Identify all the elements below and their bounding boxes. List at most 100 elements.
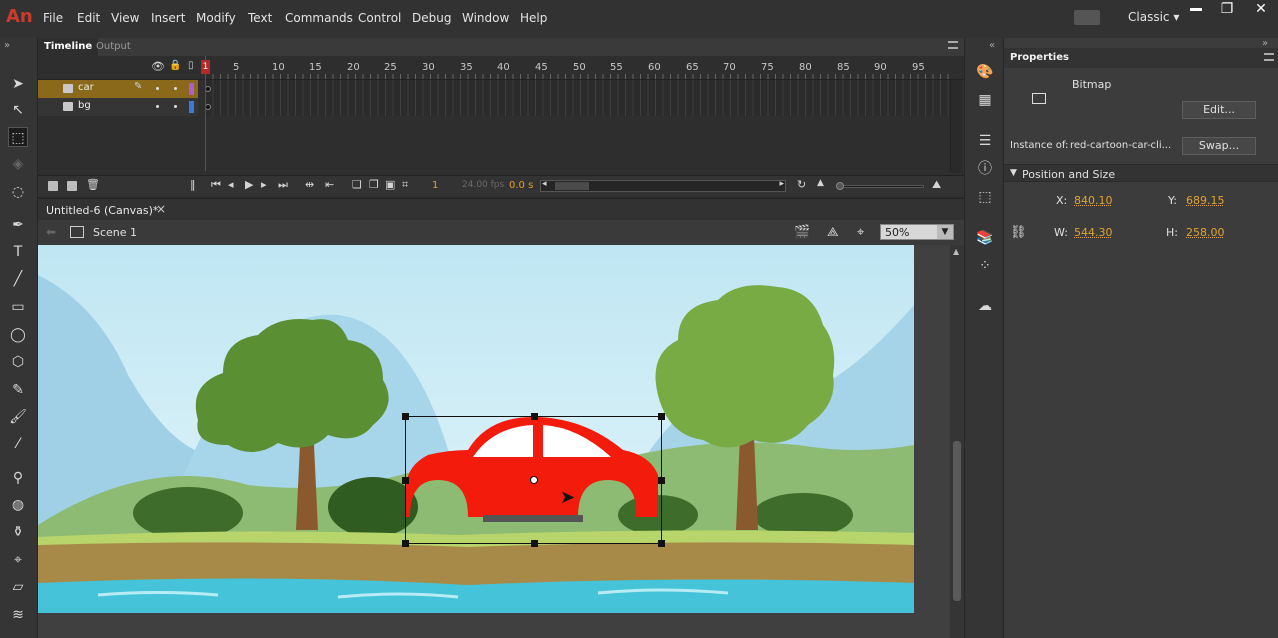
- transform-handle[interactable]: [402, 413, 409, 420]
- cc-libraries-icon[interactable]: ☁: [975, 296, 995, 316]
- motion-presets-icon[interactable]: ⁘: [975, 256, 995, 276]
- transform-handle[interactable]: [531, 540, 538, 547]
- loop-icon[interactable]: ⇹: [305, 178, 314, 191]
- x-value[interactable]: 840.10: [1074, 194, 1113, 207]
- scroll-left-icon[interactable]: ◂: [542, 179, 547, 189]
- eye-icon[interactable]: 👁: [151, 60, 165, 73]
- transform-handle[interactable]: [531, 413, 538, 420]
- frame-strip[interactable]: [205, 98, 950, 116]
- oval-tool-icon[interactable]: ◯: [8, 325, 28, 345]
- menu-debug[interactable]: Debug: [412, 11, 451, 25]
- timeline-scrollbar[interactable]: [950, 80, 962, 172]
- visibility-dot[interactable]: [156, 105, 159, 108]
- panel-menu-icon[interactable]: [1264, 53, 1274, 61]
- chevron-down-icon[interactable]: ▼: [937, 225, 953, 239]
- outline-icon[interactable]: ▯: [188, 60, 194, 71]
- menu-edit[interactable]: Edit: [77, 11, 100, 25]
- divider-handle-icon[interactable]: ‖: [190, 178, 196, 191]
- transform-handle[interactable]: [402, 540, 409, 547]
- scroll-up-icon[interactable]: ▲: [953, 247, 959, 256]
- stage[interactable]: ➤: [38, 245, 914, 613]
- position-size-section[interactable]: ▼ Position and Size: [1004, 164, 1278, 182]
- menu-view[interactable]: View: [111, 11, 139, 25]
- transform-panel-icon[interactable]: ⬚: [975, 187, 995, 207]
- 3d-rotation-tool-icon[interactable]: ◈: [8, 154, 28, 174]
- close-icon[interactable]: ✕: [1250, 0, 1272, 18]
- lock-dot[interactable]: [174, 87, 177, 90]
- transform-handle[interactable]: [402, 477, 409, 484]
- menu-modify[interactable]: Modify: [196, 11, 236, 25]
- current-frame[interactable]: 1: [432, 180, 438, 191]
- pencil-tool-icon[interactable]: ✎: [8, 380, 28, 400]
- collapse-icon[interactable]: »: [4, 40, 10, 51]
- y-value[interactable]: 689.15: [1186, 194, 1225, 207]
- collapse-icon[interactable]: «: [989, 40, 995, 51]
- properties-title[interactable]: Properties: [1010, 52, 1069, 63]
- zoom-dropdown[interactable]: 50% ▼: [880, 224, 954, 240]
- layer-row-bg[interactable]: bg: [38, 98, 950, 116]
- align-icon[interactable]: ☰: [975, 131, 995, 151]
- center-frame-icon[interactable]: ⇤: [325, 178, 334, 191]
- zoom-slider-knob[interactable]: [836, 182, 844, 190]
- scroll-thumb[interactable]: [555, 182, 589, 190]
- layer-outline-color[interactable]: [189, 83, 194, 95]
- sync-settings-icon[interactable]: [1074, 10, 1100, 25]
- restore-icon[interactable]: ❐: [1216, 0, 1238, 18]
- timeline-horizontal-scrollbar[interactable]: ◂ ▸: [540, 179, 786, 192]
- library-icon[interactable]: 📚: [975, 228, 995, 248]
- edit-scene-icon[interactable]: 🎬: [794, 225, 810, 240]
- polystar-tool-icon[interactable]: ⬡: [8, 352, 28, 372]
- menu-commands[interactable]: Commands: [285, 11, 353, 25]
- playhead-marker[interactable]: 1: [201, 60, 210, 74]
- edit-symbols-icon[interactable]: ⟁: [827, 225, 839, 240]
- step-back-icon[interactable]: ◂: [228, 178, 234, 191]
- workspace-switcher[interactable]: Classic ▾: [1128, 10, 1179, 24]
- link-icon[interactable]: ⛓: [1010, 225, 1027, 240]
- play-icon[interactable]: ▶: [245, 178, 253, 191]
- lasso-tool-icon[interactable]: ◌: [8, 182, 28, 202]
- onion-markers-icon[interactable]: ⌗: [402, 178, 408, 192]
- menu-control[interactable]: Control: [358, 11, 401, 25]
- layer-outline-color[interactable]: [189, 101, 194, 113]
- transform-handle[interactable]: [658, 477, 665, 484]
- frame-rate[interactable]: 24.00 fps: [462, 180, 504, 190]
- panel-menu-icon[interactable]: [948, 41, 958, 49]
- paint-brush-tool-icon[interactable]: 🖌: [8, 407, 28, 427]
- edit-multiple-icon[interactable]: ▣: [385, 178, 395, 191]
- tab-output[interactable]: Output: [90, 38, 137, 56]
- free-transform-tool-icon[interactable]: ⬚: [8, 127, 28, 147]
- close-tab-icon[interactable]: ×: [156, 202, 166, 216]
- center-stage-icon[interactable]: ⌖: [857, 225, 864, 240]
- free-transform-box[interactable]: ➤: [402, 413, 665, 547]
- bone-tool-icon[interactable]: ⚲: [8, 468, 28, 488]
- step-forward-icon[interactable]: ▸: [261, 178, 267, 191]
- go-to-last-frame-icon[interactable]: ⏭: [278, 178, 288, 192]
- edit-button[interactable]: Edit...: [1182, 101, 1256, 119]
- document-tab[interactable]: Untitled-6 (Canvas)*: [38, 201, 166, 221]
- refresh-icon[interactable]: ↻: [797, 178, 806, 191]
- paint-bucket-tool-icon[interactable]: ◍: [8, 495, 28, 515]
- scene-name[interactable]: Scene 1: [93, 226, 137, 239]
- zoom-in-icon[interactable]: ⛰: [932, 178, 941, 192]
- ink-bottle-tool-icon[interactable]: ⚱: [8, 522, 28, 542]
- lock-dot[interactable]: [174, 105, 177, 108]
- h-value[interactable]: 258.00: [1186, 226, 1225, 239]
- menu-file[interactable]: File: [43, 11, 63, 25]
- onion-outlines-icon[interactable]: ❐: [369, 178, 379, 191]
- menu-help[interactable]: Help: [520, 11, 547, 25]
- w-value[interactable]: 544.30: [1074, 226, 1113, 239]
- canvas-vertical-scrollbar[interactable]: ▲: [950, 245, 964, 638]
- new-folder-icon[interactable]: [67, 181, 77, 191]
- zoom-out-icon[interactable]: ▲: [817, 178, 824, 188]
- pen-tool-icon[interactable]: ✒: [8, 215, 28, 235]
- back-arrow-icon[interactable]: ⬅: [46, 225, 56, 239]
- layer-header[interactable]: car ✎: [38, 80, 198, 98]
- swatches-icon[interactable]: ▦: [975, 90, 995, 110]
- color-panel-icon[interactable]: 🎨: [975, 62, 995, 82]
- frame-ruler[interactable]: [205, 74, 950, 79]
- timeline-zoom-slider[interactable]: [838, 185, 924, 188]
- rectangle-tool-icon[interactable]: ▭: [8, 297, 28, 317]
- width-tool-icon[interactable]: ≋: [8, 605, 28, 625]
- go-to-first-frame-icon[interactable]: ⏮: [211, 178, 221, 192]
- visibility-dot[interactable]: [156, 87, 159, 90]
